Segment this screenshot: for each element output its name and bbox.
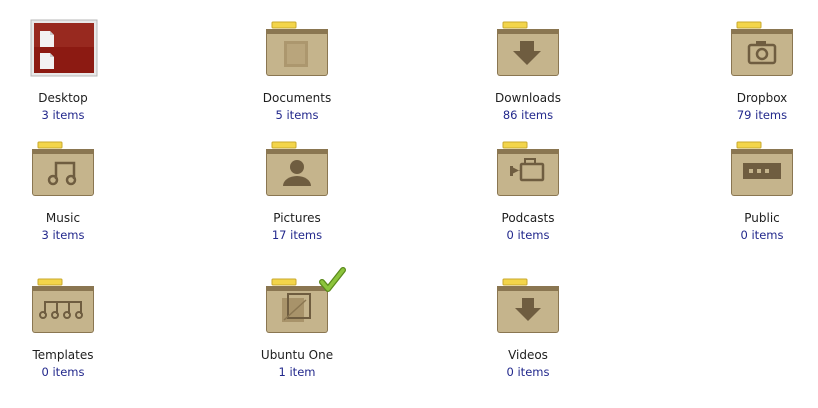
file-item-videos[interactable]: Videos 0 items — [458, 273, 598, 385]
item-count: 5 items — [275, 108, 319, 122]
file-item-ubuntu-one[interactable]: Ubuntu One 1 item — [227, 267, 367, 385]
templates-folder-icon — [32, 278, 94, 333]
podcasts-folder-icon — [497, 141, 559, 196]
file-name: Desktop — [38, 91, 88, 105]
item-count: 0 items — [740, 228, 784, 242]
downloads-folder-icon — [497, 21, 559, 76]
item-count: 86 items — [502, 108, 554, 122]
file-item-dropbox[interactable]: Dropbox 79 items — [692, 16, 818, 128]
pictures-folder-icon — [266, 141, 328, 196]
item-count: 79 items — [736, 108, 788, 122]
file-name: Templates — [32, 348, 94, 362]
file-item-documents[interactable]: Documents 5 items — [227, 16, 367, 128]
file-name: Ubuntu One — [260, 348, 334, 362]
file-name: Videos — [508, 348, 548, 362]
documents-folder-icon — [266, 21, 328, 76]
item-count: 1 item — [278, 365, 316, 379]
file-name: Pictures — [273, 211, 321, 225]
file-name: Public — [744, 211, 780, 225]
music-folder-icon — [32, 141, 94, 196]
file-name: Downloads — [495, 91, 561, 105]
desktop-icon — [30, 19, 98, 77]
sync-ok-checkmark-icon — [319, 267, 346, 292]
file-name: Documents — [262, 91, 332, 105]
item-count: 3 items — [41, 228, 85, 242]
file-item-desktop[interactable]: Desktop 3 items — [0, 16, 133, 128]
file-item-podcasts[interactable]: Podcasts 0 items — [458, 136, 598, 248]
file-item-templates[interactable]: Templates 0 items — [0, 273, 133, 385]
file-item-pictures[interactable]: Pictures 17 items — [227, 136, 367, 248]
file-icon-view: Desktop 3 items Documents 5 items Downlo… — [0, 0, 818, 408]
file-name: Dropbox — [736, 91, 788, 105]
public-folder-icon — [731, 141, 793, 196]
item-count: 0 items — [506, 365, 550, 379]
file-name: Music — [45, 211, 81, 225]
item-count: 0 items — [41, 365, 85, 379]
file-name: Podcasts — [501, 211, 555, 225]
item-count: 0 items — [506, 228, 550, 242]
file-item-public[interactable]: Public 0 items — [692, 136, 818, 248]
videos-folder-icon — [497, 278, 559, 333]
item-count: 17 items — [271, 228, 323, 242]
file-item-downloads[interactable]: Downloads 86 items — [458, 16, 598, 128]
dropbox-folder-icon — [731, 21, 793, 76]
item-count: 3 items — [41, 108, 85, 122]
file-item-music[interactable]: Music 3 items — [0, 136, 133, 248]
